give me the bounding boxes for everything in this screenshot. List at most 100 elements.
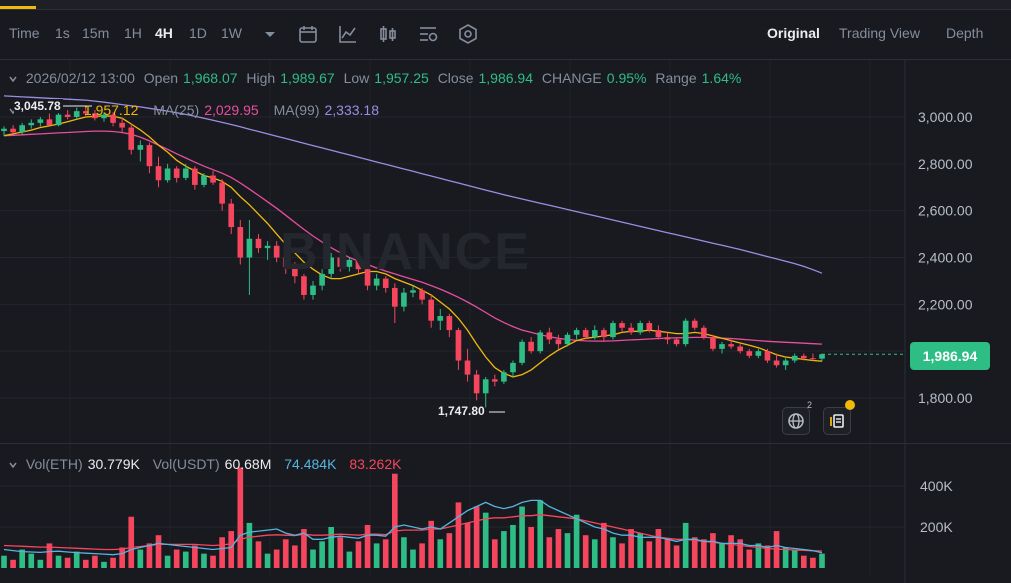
candle-body [501, 372, 507, 382]
candle-body [810, 358, 816, 360]
candle-body [464, 360, 471, 375]
price-tick-label: 2,800.00 [918, 156, 973, 172]
volume-bar [155, 535, 162, 568]
high-label: High [246, 70, 276, 86]
volume-bar [28, 553, 35, 568]
candle-body [510, 362, 516, 373]
candle-body [564, 334, 571, 345]
volume-bar [337, 537, 344, 568]
volume-bar [410, 549, 416, 568]
volume-collapse-icon[interactable] [8, 460, 18, 470]
candle-body [228, 203, 235, 228]
vol-usdt-value: 60.68M [224, 456, 272, 472]
candle-body [619, 323, 625, 328]
volume-bar [664, 539, 671, 568]
volume-bar [392, 473, 398, 568]
candle-body [182, 168, 189, 178]
candle-body [591, 330, 598, 338]
close-value: 1,986.94 [478, 70, 533, 86]
volume-bar [728, 535, 734, 568]
candle-body [764, 351, 771, 361]
last-price-tag: 1,986.94 [910, 342, 990, 370]
candle-body [628, 327, 634, 333]
candle-body [273, 245, 280, 258]
range-label: Range [655, 70, 697, 86]
volume-bar [810, 557, 816, 568]
candle-body [164, 168, 171, 181]
candle-body [719, 344, 725, 349]
exchange-watermark: BINANCE [280, 223, 531, 281]
candle-body [710, 337, 716, 349]
volume-bar [555, 529, 562, 568]
volume-bar [282, 539, 289, 568]
volume-bar [619, 543, 625, 568]
volume-bar [591, 539, 598, 568]
price-tick-label: 2,200.00 [918, 296, 973, 312]
ma25-label: MA(25) [153, 102, 200, 118]
volume-bar [355, 541, 362, 568]
volume-bar [273, 549, 280, 568]
volume-ma-lines [3, 499, 823, 556]
globe-button[interactable]: 2 [782, 400, 812, 435]
candle-body [446, 316, 453, 331]
candle-body [219, 182, 225, 204]
candle-body [455, 330, 462, 361]
chart-canvas[interactable]: 3,000.00 2,800.00 2,600.00 2,400.00 2,200.00… [0, 0, 1011, 583]
candle-body [210, 175, 216, 183]
candle-body [410, 290, 416, 293]
candle-body [601, 330, 607, 338]
candle-body [519, 341, 525, 363]
range-value: 1.64% [701, 70, 742, 86]
candle-datetime: 2026/02/12 13:00 [25, 70, 135, 86]
volume-bar [128, 516, 135, 568]
candle-body [682, 320, 689, 345]
volume-bar [564, 533, 571, 568]
volume-bar [682, 522, 689, 568]
candle-body [537, 332, 544, 352]
volume-bar [237, 467, 244, 568]
volume-bar [673, 545, 680, 568]
volume-bar [228, 531, 235, 568]
pane-divider[interactable] [0, 443, 1011, 444]
ma99-value: 2,333.18 [324, 102, 379, 118]
price-tick-label: 2,600.00 [918, 203, 973, 219]
candle-body [673, 339, 680, 345]
volume-bar [137, 549, 144, 568]
candle-body [573, 330, 580, 335]
candle-body [491, 379, 498, 382]
volume-bar [55, 555, 62, 568]
candle-body [19, 125, 25, 133]
volume-bar [219, 537, 225, 568]
order-book-button[interactable] [823, 407, 851, 435]
price-tick-label: 2,400.00 [918, 250, 973, 266]
grid-lines [0, 60, 906, 583]
volume-bar [437, 539, 444, 568]
collapse-chevron-icon[interactable] [8, 74, 18, 84]
candle-body [728, 344, 734, 347]
volume-bar [64, 557, 71, 568]
volume-bar [310, 549, 316, 568]
candle-body [791, 355, 798, 361]
volume-bar [655, 529, 662, 568]
volume-bar [173, 549, 180, 568]
notification-dot [845, 400, 855, 410]
volume-ma1-line [3, 499, 823, 556]
vol-eth-value: 30.779K [87, 456, 140, 472]
close-label: Close [437, 70, 474, 86]
volume-bar [464, 522, 471, 568]
vol-eth-label: Vol(ETH) [25, 456, 83, 472]
volume-bar [573, 514, 580, 568]
volume-bar [182, 551, 189, 568]
volume-bar [373, 543, 380, 568]
candle-body [46, 119, 53, 126]
vol-ma1-value: 74.484K [284, 456, 337, 472]
volume-bar [637, 533, 644, 568]
volume-bar [746, 549, 753, 568]
volume-bar [473, 506, 480, 568]
candle-body [655, 330, 662, 338]
volume-tick-label: 200K [920, 519, 953, 535]
high-value: 1,989.67 [280, 70, 335, 86]
candle-body [473, 374, 480, 394]
ma-legend: 1,957.12 MA(25) 2,029.95 MA(99) 2,333.18 [8, 102, 384, 118]
low-label: Low [343, 70, 370, 86]
